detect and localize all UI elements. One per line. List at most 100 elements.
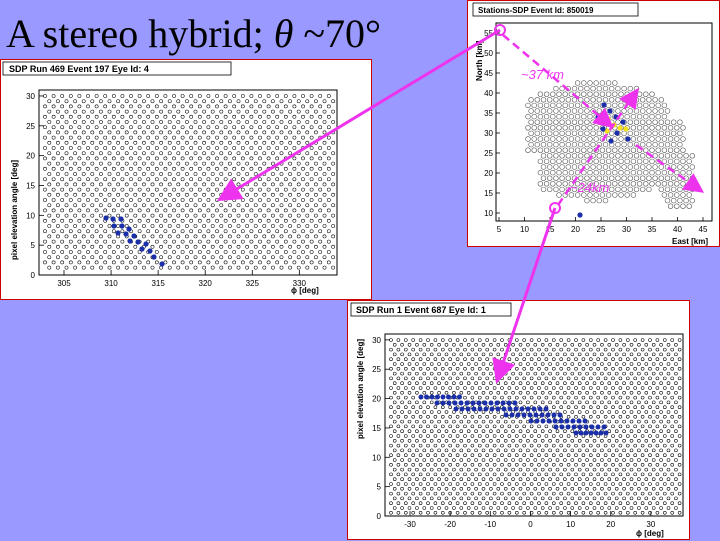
camera-pixel xyxy=(407,429,412,433)
camera-pixel xyxy=(240,218,245,223)
camera-pixel xyxy=(279,224,284,228)
surface-station xyxy=(615,186,621,193)
camera-pixel xyxy=(533,496,538,501)
camera-pixel xyxy=(326,166,331,171)
camera-pixel xyxy=(129,250,133,254)
camera-pixel xyxy=(215,146,219,150)
camera-pixel xyxy=(559,472,563,477)
camera-pixel xyxy=(176,99,181,104)
surface-station xyxy=(686,203,692,209)
camera-pixel xyxy=(94,94,99,98)
camera-pixel xyxy=(515,511,519,515)
camera-pixel xyxy=(172,187,176,192)
camera-pixel xyxy=(533,429,538,433)
camera-pixel xyxy=(389,501,393,505)
camera-pixel xyxy=(389,405,393,409)
camera-pixel xyxy=(159,109,163,114)
camera-pixel xyxy=(322,265,327,270)
camera-pixel xyxy=(404,395,408,400)
camera-pixel xyxy=(537,511,541,515)
camera-pixel xyxy=(64,255,69,260)
camera-pixel xyxy=(99,234,103,239)
camera-pixel xyxy=(111,250,116,254)
camera-pixel xyxy=(429,458,434,462)
surface-station xyxy=(559,175,565,181)
camera-pixel xyxy=(515,443,519,448)
camera-pixel xyxy=(43,198,47,202)
camera-pixel xyxy=(258,208,262,213)
camera-pixel xyxy=(68,166,73,171)
camera-pixel xyxy=(283,177,288,182)
surface-station xyxy=(537,147,544,153)
camera-pixel xyxy=(507,386,512,390)
camera-pixel xyxy=(396,443,401,448)
surface-station xyxy=(574,102,581,109)
camera-pixel xyxy=(563,362,567,366)
camera-pixel xyxy=(154,135,159,140)
camera-pixel xyxy=(585,352,589,357)
camera-pixel xyxy=(596,395,600,400)
camera-pixel xyxy=(51,125,56,130)
surface-station xyxy=(661,192,668,198)
surface-station xyxy=(612,147,618,153)
surface-station xyxy=(577,85,584,92)
camera-pixel xyxy=(219,99,224,104)
camera-pixel xyxy=(666,391,671,395)
surface-station xyxy=(618,136,624,142)
camera-pixel xyxy=(629,439,634,443)
surface-station xyxy=(664,197,671,204)
camera-pixel xyxy=(228,161,232,166)
camera-pixel xyxy=(437,371,441,376)
camera-pixel xyxy=(90,161,95,166)
camera-pixel xyxy=(426,463,430,467)
camera-pixel xyxy=(666,506,671,510)
camera-pixel xyxy=(555,439,560,443)
surface-station xyxy=(553,186,559,193)
camera-pixel xyxy=(626,501,630,505)
camera-pixel xyxy=(596,511,600,515)
camera-pixel xyxy=(159,120,163,124)
camera-pixel xyxy=(418,482,423,486)
surface-station xyxy=(559,85,565,92)
camera-pixel xyxy=(124,120,129,124)
camera-pixel xyxy=(202,151,206,156)
camera-pixel xyxy=(275,135,280,140)
camera-pixel xyxy=(202,265,206,270)
camera-pixel xyxy=(611,357,615,361)
surface-station xyxy=(630,102,637,109)
camera-pixel xyxy=(655,434,660,438)
camera-pixel xyxy=(266,104,271,109)
camera-pixel xyxy=(637,429,641,433)
camera-pixel xyxy=(466,362,471,366)
camera-pixel xyxy=(94,208,99,213)
camera-pixel xyxy=(288,255,292,260)
camera-pixel xyxy=(407,371,412,376)
camera-pixel xyxy=(301,166,305,171)
surface-station xyxy=(565,141,572,148)
camera-pixel xyxy=(159,182,163,187)
camera-pixel xyxy=(103,114,108,119)
camera-pixel xyxy=(489,352,493,357)
camera-pixel xyxy=(90,213,95,218)
camera-pixel xyxy=(185,172,189,176)
camera-pixel xyxy=(202,120,206,124)
camera-pixel xyxy=(318,239,323,244)
camera-pixel xyxy=(202,244,206,249)
camera-pixel xyxy=(271,140,275,145)
surface-station xyxy=(674,158,680,165)
camera-pixel xyxy=(133,109,138,114)
camera-pixel xyxy=(511,458,515,462)
camera-pixel xyxy=(418,501,423,505)
hit-pixel xyxy=(471,406,477,412)
camera-pixel xyxy=(245,244,249,249)
camera-pixel xyxy=(400,343,404,347)
camera-pixel xyxy=(185,151,189,156)
camera-pixel xyxy=(637,487,641,491)
camera-pixel xyxy=(206,218,211,223)
camera-pixel xyxy=(522,443,526,448)
camera-pixel xyxy=(622,419,626,424)
camera-pixel xyxy=(275,156,280,161)
camera-pixel xyxy=(258,218,262,223)
camera-pixel xyxy=(275,260,280,265)
camera-pixel xyxy=(232,166,237,171)
